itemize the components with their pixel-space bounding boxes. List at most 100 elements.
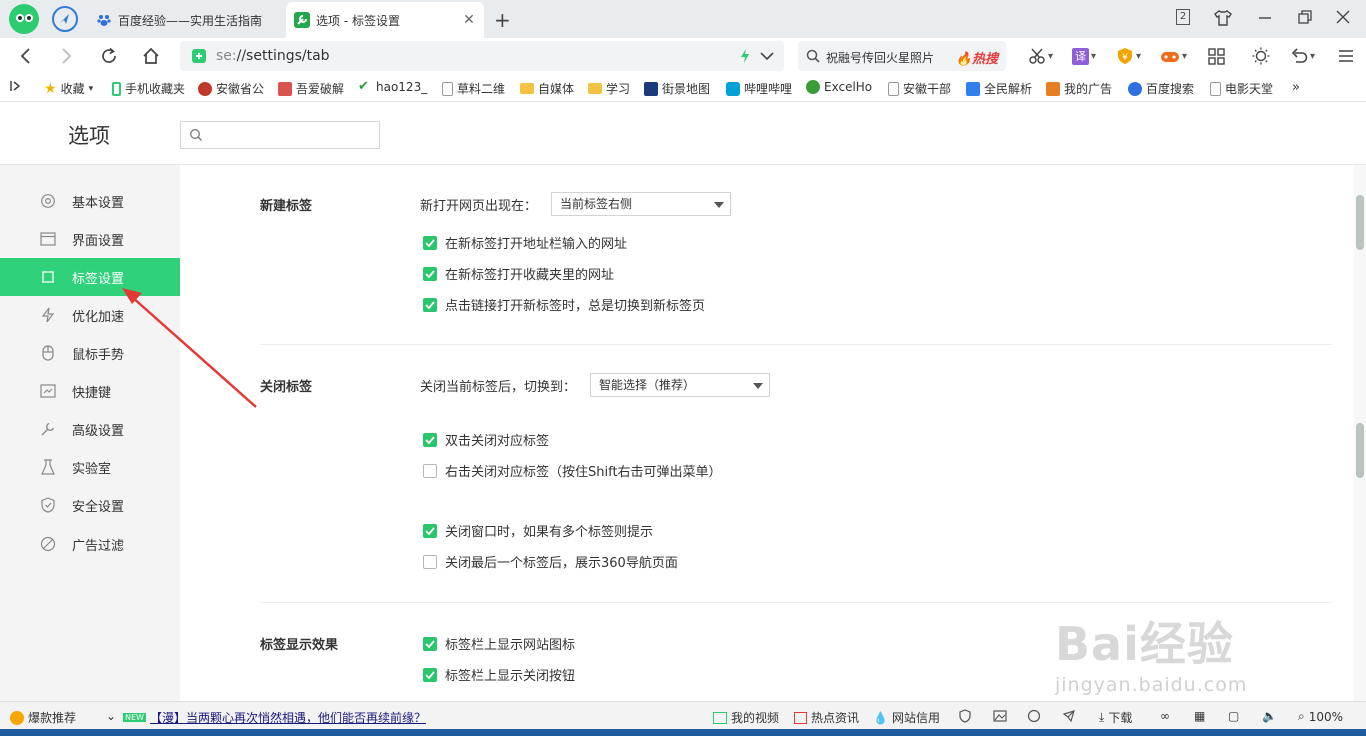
game-controller-icon[interactable]: ▾ xyxy=(1160,46,1187,66)
news-ticker[interactable]: NEW 【漫】当两颗心再次悄然相遇，他们能否再续前缘？ xyxy=(123,709,426,726)
tab-baidu-jingyan[interactable]: 百度经验——实用生活指南 xyxy=(88,2,286,38)
checkbox-empty xyxy=(423,463,437,478)
checkbox-warn-multiple-tabs[interactable]: 关闭窗口时，如果有多个标签则提示 xyxy=(423,521,653,540)
back-arrow-icon[interactable] xyxy=(14,45,36,67)
checkbox-show-site-icon[interactable]: 标签栏上显示网站图标 xyxy=(423,634,575,653)
vertical-scrollbar[interactable] xyxy=(1354,165,1366,701)
lightning-icon xyxy=(40,307,56,323)
image-icon[interactable] xyxy=(993,709,1007,723)
checkbox-favorites-new-tab[interactable]: 在新标签打开收藏夹里的网址 xyxy=(423,264,614,283)
translate-icon[interactable]: 译 ▾ xyxy=(1072,46,1096,66)
bookmark-item[interactable]: ✔ hao123_ xyxy=(358,80,427,94)
sidebar-toggle-icon[interactable] xyxy=(10,80,22,92)
news-icon xyxy=(794,711,807,724)
refresh-icon[interactable] xyxy=(98,45,120,67)
forward-arrow-icon[interactable] xyxy=(56,45,78,67)
promo-button[interactable]: 爆款推荐 xyxy=(10,709,76,726)
apps-grid-icon[interactable] xyxy=(1208,46,1225,66)
search-box[interactable]: 祝融号传回火星照片 🔥热搜 xyxy=(798,41,1006,71)
coin-shield-icon[interactable]: ¥ ▾ xyxy=(1116,46,1141,66)
sidebar-item-interface[interactable]: 界面设置 xyxy=(0,220,180,258)
switch-after-close-select[interactable]: 智能选择（推荐） xyxy=(590,373,770,397)
settings-search-input[interactable] xyxy=(180,121,380,149)
scrollbar-thumb[interactable] xyxy=(1356,195,1364,250)
bookmark-item[interactable]: 百度搜索 xyxy=(1128,80,1194,97)
window-icon[interactable]: ▢ xyxy=(1228,709,1239,723)
my-video-button[interactable]: 我的视频 xyxy=(713,709,779,726)
download-button[interactable]: ⤓ 下载 xyxy=(1099,709,1132,726)
sidebar-item-security[interactable]: 安全设置 xyxy=(0,486,180,524)
close-tab-icon[interactable]: ✕ xyxy=(462,12,476,28)
more-bookmarks-icon[interactable]: » xyxy=(1292,80,1300,95)
tab-count-badge[interactable]: 2 xyxy=(1176,9,1190,25)
bookmark-item[interactable]: 吾爱破解 xyxy=(278,80,344,97)
url-input[interactable]: se://settings/tab xyxy=(180,41,784,71)
chevron-down-icon xyxy=(753,383,763,389)
checkbox-show-360-nav[interactable]: 关闭最后一个标签后，展示360导航页面 xyxy=(423,552,678,571)
sidebar-item-label: 安全设置 xyxy=(72,499,125,515)
hot-search-label[interactable]: 🔥热搜 xyxy=(956,48,998,67)
sidebar-item-basic[interactable]: 基本设置 xyxy=(0,182,180,220)
hot-news-button[interactable]: 热点资讯 xyxy=(794,709,859,726)
bookmark-item[interactable]: 哔哩哔哩 xyxy=(726,80,792,97)
site-credit-button[interactable]: 💧 网站信用 xyxy=(873,709,940,726)
skin-shirt-icon[interactable] xyxy=(1214,10,1232,26)
lightning-icon[interactable] xyxy=(740,49,750,63)
sidebar-item-shortcuts[interactable]: 快捷键 xyxy=(0,372,180,410)
settings-sidebar: 基本设置 界面设置 标签设置 优化加速 鼠标手势 快捷键 高级设置 实验室 安全… xyxy=(0,165,180,701)
bookmark-item[interactable]: 我的广告 xyxy=(1046,80,1112,97)
chevron-down-icon[interactable] xyxy=(760,51,774,61)
checkbox-switch-to-new-tab[interactable]: 点击链接打开新标签时，总是切换到新标签页 xyxy=(423,295,705,314)
bookmark-item[interactable]: 安徽省公 xyxy=(198,80,264,97)
bookmark-item[interactable]: 街景地图 xyxy=(644,80,710,97)
shield-status-icon[interactable] xyxy=(958,709,972,723)
brightness-icon[interactable] xyxy=(1252,46,1270,66)
bookmark-item[interactable]: 全民解析 xyxy=(966,80,1032,97)
sidebar-item-label: 基本设置 xyxy=(72,195,125,211)
play-icon xyxy=(966,81,980,96)
home-icon[interactable] xyxy=(140,45,162,67)
bookmark-item[interactable]: 安徽干部 xyxy=(888,80,951,97)
bookmark-item[interactable]: 草料二维 xyxy=(442,80,505,97)
checkbox-double-click-close[interactable]: 双击关闭对应标签 xyxy=(423,430,549,449)
bookmark-item[interactable]: 手机收藏夹 xyxy=(112,80,185,97)
folder-icon xyxy=(588,83,602,94)
scissors-icon[interactable]: ▾ xyxy=(1028,46,1053,66)
sidebar-item-tabs[interactable]: 标签设置 xyxy=(0,258,180,296)
minimize-icon[interactable] xyxy=(1258,10,1272,24)
bookmark-folder[interactable]: 自媒体 xyxy=(520,80,574,97)
street-icon xyxy=(644,81,658,96)
restore-icon[interactable] xyxy=(1298,10,1312,24)
link-icon[interactable]: ∞ xyxy=(1160,709,1170,723)
checkbox-address-new-tab[interactable]: 在新标签打开地址栏输入的网址 xyxy=(423,233,627,252)
checkbox-show-close-button[interactable]: 标签栏上显示关闭按钮 xyxy=(423,665,575,684)
star-icon: ★ xyxy=(44,80,57,97)
undo-icon[interactable]: ▾ xyxy=(1290,46,1315,66)
close-window-icon[interactable] xyxy=(1336,10,1350,24)
chevron-down-icon[interactable]: ⌄ xyxy=(106,709,116,723)
bookmark-folder[interactable]: 学习 xyxy=(588,80,630,97)
speaker-icon[interactable]: 🔈 xyxy=(1262,709,1277,723)
menu-icon[interactable] xyxy=(1338,46,1354,66)
zoom-control[interactable]: ⌕ 100% xyxy=(1298,709,1343,724)
sidebar-item-lab[interactable]: 实验室 xyxy=(0,448,180,486)
bookmark-favorites[interactable]: ★ 收藏 ▾ xyxy=(44,80,93,97)
grid-icon[interactable]: ▦ xyxy=(1194,709,1205,723)
open-position-select[interactable]: 当前标签右侧 xyxy=(551,192,731,216)
bookmark-item[interactable]: ExcelHo xyxy=(806,80,872,94)
search-icon xyxy=(806,49,820,63)
bookmark-item[interactable]: 电影天堂 xyxy=(1210,80,1273,97)
sidebar-item-label: 高级设置 xyxy=(72,423,125,439)
new-tab-icon[interactable]: + xyxy=(494,8,511,32)
sidebar-item-advanced[interactable]: 高级设置 xyxy=(0,410,180,448)
navigation-compass-icon[interactable] xyxy=(52,6,78,32)
sidebar-item-optimize[interactable]: 优化加速 xyxy=(0,296,180,334)
sidebar-item-label: 优化加速 xyxy=(72,309,125,325)
browser-logo-icon[interactable] xyxy=(9,4,39,34)
sidebar-item-adblock[interactable]: 广告过滤 xyxy=(0,525,180,563)
tab-settings[interactable]: 选项 - 标签设置 ✕ xyxy=(286,2,484,38)
sidebar-item-mouse-gesture[interactable]: 鼠标手势 xyxy=(0,334,180,372)
rocket-icon[interactable] xyxy=(1062,709,1076,723)
refresh-circle-icon[interactable] xyxy=(1027,709,1041,723)
checkbox-right-click-close[interactable]: 右击关闭对应标签（按住Shift右击可弹出菜单） xyxy=(423,461,722,480)
